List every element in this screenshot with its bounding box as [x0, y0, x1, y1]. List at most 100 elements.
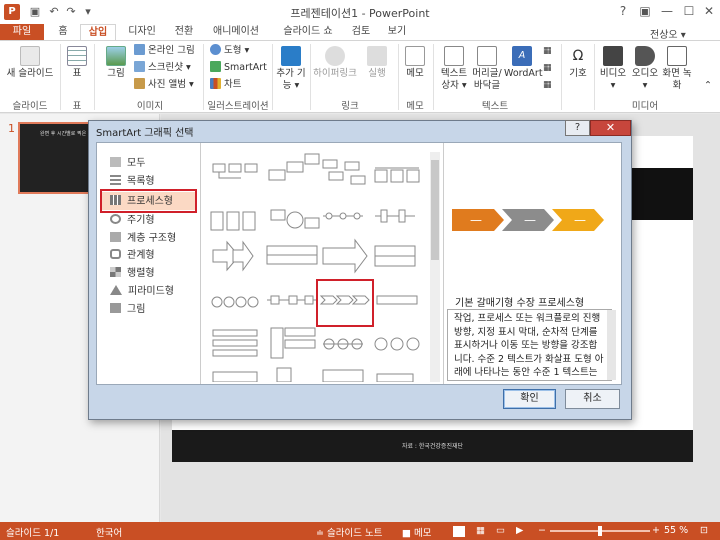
- selected-layout-annotation[interactable]: [316, 279, 374, 327]
- gallery-item[interactable]: [375, 209, 415, 223]
- smartart-button[interactable]: SmartArt: [210, 61, 267, 75]
- screenshot-button[interactable]: 스크린샷 ▾: [134, 61, 191, 75]
- textbox-icon: [444, 46, 464, 66]
- gallery-scrollbar-thumb[interactable]: [431, 160, 439, 260]
- category-all[interactable]: 모두: [110, 155, 145, 172]
- collapse-ribbon-icon[interactable]: ⌃: [700, 80, 716, 92]
- zoom-level[interactable]: 55 %: [664, 525, 688, 536]
- gallery-item[interactable]: [276, 367, 292, 382]
- dialog-help-button[interactable]: ?: [565, 120, 590, 136]
- close-button[interactable]: ✕: [698, 2, 720, 20]
- tab-home[interactable]: 홈: [50, 24, 76, 41]
- wordart-button[interactable]: A WordArt: [504, 46, 543, 80]
- fit-slide-icon[interactable]: ⊡: [700, 525, 708, 536]
- gallery-item[interactable]: [376, 373, 414, 382]
- gallery-item[interactable]: [212, 329, 258, 357]
- gallery-item[interactable]: [374, 245, 416, 267]
- photo-album-button[interactable]: 사진 앨범 ▾: [134, 78, 194, 92]
- header-footer-button[interactable]: 머리글/ 바닥글: [470, 46, 504, 92]
- gallery-item[interactable]: [212, 163, 258, 179]
- tab-design[interactable]: 디자인: [122, 24, 162, 41]
- layout-gallery-items[interactable]: [205, 150, 430, 382]
- tab-file[interactable]: 파일: [0, 24, 44, 41]
- slideshow-icon[interactable]: ▶: [516, 525, 523, 536]
- new-slide-icon: [20, 46, 40, 66]
- cancel-button[interactable]: 취소: [565, 389, 620, 409]
- slide-sorter-icon[interactable]: ▦: [476, 525, 485, 536]
- user-account[interactable]: 전상오 ▾: [650, 26, 686, 41]
- gallery-item[interactable]: [322, 369, 364, 382]
- text-extra-3[interactable]: ▦: [543, 78, 552, 92]
- omega-icon: Ω: [572, 48, 584, 64]
- tab-review[interactable]: 검토: [348, 24, 374, 41]
- picture-icon: [110, 303, 121, 313]
- picture-button[interactable]: 그림: [100, 46, 132, 80]
- ok-button[interactable]: 확인: [503, 389, 556, 409]
- chart-button[interactable]: 차트: [210, 78, 241, 92]
- category-cycle[interactable]: 주기형: [110, 212, 155, 229]
- gallery-item[interactable]: [323, 212, 363, 220]
- hyperlink-button[interactable]: 하이퍼링크: [312, 46, 358, 80]
- gallery-item[interactable]: [210, 211, 256, 231]
- table-button[interactable]: 표: [64, 46, 90, 80]
- category-matrix[interactable]: 행렬형: [110, 265, 155, 282]
- video-button[interactable]: 비디오 ▾: [598, 46, 628, 92]
- gallery-item[interactable]: [374, 167, 420, 183]
- language-indicator[interactable]: 한국어: [96, 525, 122, 539]
- category-pyramid[interactable]: 피라미드형: [110, 283, 174, 300]
- gallery-item[interactable]: [323, 338, 363, 350]
- action-button[interactable]: 실행: [362, 46, 392, 80]
- comment-button[interactable]: 메모: [402, 46, 428, 80]
- help-icon[interactable]: ?: [612, 2, 634, 20]
- gallery-item[interactable]: [212, 371, 258, 382]
- gallery-item[interactable]: [267, 295, 317, 305]
- gallery-item[interactable]: [374, 337, 420, 351]
- preview-description-scrollbar[interactable]: [607, 310, 616, 380]
- group-label-text: 텍스트: [481, 101, 509, 112]
- zoom-out-button[interactable]: −: [538, 525, 546, 536]
- category-relationship[interactable]: 관계형: [110, 247, 155, 264]
- hierarchy-icon: [110, 232, 121, 242]
- group-label-media: 미디어: [631, 101, 659, 112]
- notes-button[interactable]: ≐ 슬라이드 노트: [316, 525, 382, 539]
- tab-transitions[interactable]: 전환: [168, 24, 200, 41]
- gallery-item[interactable]: [322, 159, 366, 185]
- category-list-type[interactable]: 목록형: [110, 173, 155, 190]
- gallery-item[interactable]: [270, 327, 316, 359]
- gallery-item[interactable]: [268, 153, 320, 181]
- category-hierarchy[interactable]: 계층 구조형: [110, 230, 176, 247]
- dialog-close-button[interactable]: ✕: [590, 120, 631, 136]
- wordart-icon: A: [512, 46, 532, 66]
- tab-slideshow[interactable]: 슬라이드 쇼: [274, 24, 342, 41]
- maximize-button[interactable]: ☐: [678, 2, 700, 20]
- minimize-button[interactable]: —: [656, 2, 678, 20]
- new-slide-button[interactable]: 새 슬라이드: [4, 46, 56, 80]
- text-extra-1[interactable]: ▦: [543, 44, 552, 58]
- comments-button[interactable]: ■ 메모: [402, 525, 431, 539]
- symbols-button[interactable]: Ω 기호: [565, 46, 591, 80]
- tab-view[interactable]: 보기: [384, 24, 410, 41]
- ribbon-display-icon[interactable]: ▣: [634, 2, 656, 20]
- tab-animations[interactable]: 애니메이션: [206, 24, 266, 41]
- shapes-button[interactable]: 도형 ▾: [210, 44, 249, 58]
- audio-button[interactable]: 오디오 ▾: [630, 46, 660, 92]
- gallery-item[interactable]: [211, 296, 259, 308]
- textbox-button[interactable]: 텍스트 상자 ▾: [437, 46, 471, 92]
- reading-view-icon[interactable]: ▭: [496, 525, 505, 536]
- zoom-in-button[interactable]: +: [652, 525, 660, 536]
- screen-record-button[interactable]: 화면 녹화: [662, 46, 692, 92]
- online-picture-button[interactable]: 온라인 그림: [134, 44, 195, 58]
- preview-chevron-label: —: [524, 213, 536, 227]
- addins-button[interactable]: 추가 기능 ▾: [275, 46, 307, 92]
- tab-insert[interactable]: 삽입: [80, 24, 116, 41]
- zoom-slider-thumb[interactable]: [598, 526, 602, 536]
- gallery-item[interactable]: [376, 295, 418, 305]
- gallery-item[interactable]: [322, 238, 368, 274]
- gallery-item[interactable]: [212, 240, 254, 272]
- gallery-item[interactable]: [270, 209, 320, 229]
- text-extra-2[interactable]: ▦: [543, 61, 552, 75]
- group-separator: [272, 44, 273, 110]
- category-picture[interactable]: 그림: [110, 301, 145, 318]
- normal-view-icon[interactable]: [453, 526, 465, 537]
- gallery-item[interactable]: [266, 245, 318, 265]
